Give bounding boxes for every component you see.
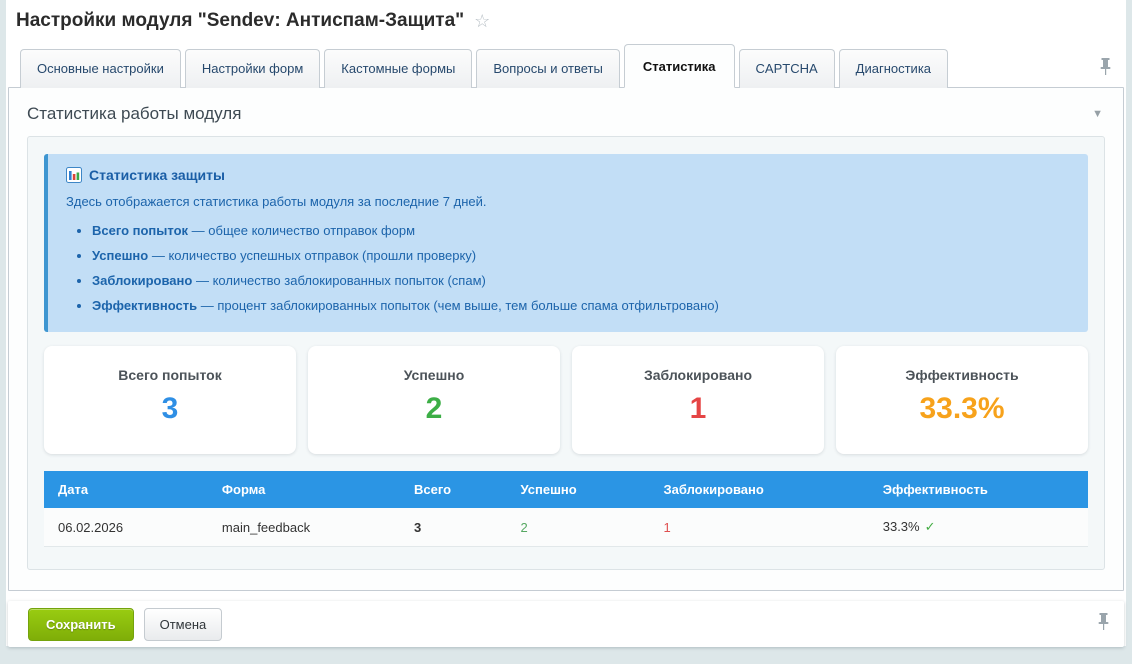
cell-success: 2 xyxy=(506,508,649,547)
page-title: Настройки модуля "Sendev: Антиспам-Защит… xyxy=(16,10,464,32)
bullet-desc: — общее количество отправок форм xyxy=(192,223,415,238)
save-button[interactable]: Сохранить xyxy=(28,608,134,641)
tab-statistics[interactable]: Статистика xyxy=(624,44,735,88)
table-row: 06.02.2026 main_feedback 3 2 1 33.3% ✓ xyxy=(44,508,1088,547)
tab-captcha[interactable]: CAPTCHA xyxy=(739,49,835,88)
stat-card-label: Заблокировано xyxy=(582,367,814,383)
tab-custom-forms[interactable]: Кастомные формы xyxy=(324,49,472,88)
pin-icon[interactable] xyxy=(1099,58,1112,80)
efficiency-value: 33.3% xyxy=(883,519,920,534)
bullet-term: Успешно xyxy=(92,248,148,263)
info-box: Статистика защиты Здесь отображается ста… xyxy=(44,154,1088,332)
tab-main-settings[interactable]: Основные настройки xyxy=(20,49,181,88)
column-header-form: Форма xyxy=(208,471,400,508)
cell-form: main_feedback xyxy=(208,508,400,547)
column-header-blocked: Заблокировано xyxy=(650,471,869,508)
footer-button-bar: Сохранить Отмена xyxy=(8,601,1124,647)
stat-card-total: Всего попыток 3 xyxy=(44,346,296,454)
stat-card-label: Всего попыток xyxy=(54,367,286,383)
info-box-intro: Здесь отображается статистика работы мод… xyxy=(66,194,1070,209)
title-row: Настройки модуля "Sendev: Антиспам-Защит… xyxy=(6,0,1126,36)
cell-date: 06.02.2026 xyxy=(44,508,208,547)
column-header-success: Успешно xyxy=(506,471,649,508)
column-header-total: Всего xyxy=(400,471,506,508)
column-header-date: Дата xyxy=(44,471,208,508)
bullet-desc: — процент заблокированных попыток (чем в… xyxy=(201,298,719,313)
stat-card-value: 3 xyxy=(54,392,286,426)
section-header: Статистика работы модуля ▼ xyxy=(9,88,1123,134)
info-box-title: Статистика защиты xyxy=(89,167,225,183)
table-header-row: Дата Форма Всего Успешно Заблокировано Э… xyxy=(44,471,1088,508)
info-bullet-list: Всего попыток — общее количество отправо… xyxy=(66,218,1070,318)
stat-card-blocked: Заблокировано 1 xyxy=(572,346,824,454)
bullet-desc: — количество заблокированных попыток (сп… xyxy=(196,273,486,288)
bullet-desc: — количество успешных отправок (прошли п… xyxy=(152,248,476,263)
tab-bar: Основные настройки Настройки форм Кастом… xyxy=(6,44,1126,87)
section-title: Статистика работы модуля xyxy=(27,104,241,124)
stat-card-label: Успешно xyxy=(318,367,550,383)
bar-chart-icon xyxy=(66,167,82,183)
stat-card-success: Успешно 2 xyxy=(308,346,560,454)
stat-card-label: Эффективность xyxy=(846,367,1078,383)
statistics-panel: Статистика защиты Здесь отображается ста… xyxy=(27,136,1105,570)
column-header-efficiency: Эффективность xyxy=(869,471,1088,508)
statistics-tab-panel: Статистика работы модуля ▼ Статистика за… xyxy=(8,87,1124,591)
tab-diagnostics[interactable]: Диагностика xyxy=(839,49,948,88)
bullet-term: Эффективность xyxy=(92,298,197,313)
info-bullet: Всего попыток — общее количество отправо… xyxy=(92,218,1070,243)
bullet-term: Всего попыток xyxy=(92,223,188,238)
tab-faq[interactable]: Вопросы и ответы xyxy=(476,49,619,88)
stat-card-value: 33.3% xyxy=(846,392,1078,426)
stat-card-efficiency: Эффективность 33.3% xyxy=(836,346,1088,454)
bullet-term: Заблокировано xyxy=(92,273,192,288)
workspace: Настройки модуля "Sendev: Антиспам-Защит… xyxy=(6,0,1126,646)
info-bullet: Успешно — количество успешных отправок (… xyxy=(92,243,1070,268)
info-bullet: Эффективность — процент заблокированных … xyxy=(92,293,1070,318)
pin-icon[interactable] xyxy=(1097,613,1110,635)
stat-card-value: 1 xyxy=(582,392,814,426)
cell-blocked: 1 xyxy=(650,508,869,547)
cancel-button[interactable]: Отмена xyxy=(144,608,223,641)
info-title-row: Статистика защиты xyxy=(66,167,1070,183)
stats-table: Дата Форма Всего Успешно Заблокировано Э… xyxy=(44,471,1088,547)
tab-form-settings[interactable]: Настройки форм xyxy=(185,49,320,88)
info-bullet: Заблокировано — количество заблокированн… xyxy=(92,268,1070,293)
cell-total: 3 xyxy=(400,508,506,547)
stat-cards-row: Всего попыток 3 Успешно 2 Заблокировано … xyxy=(44,346,1088,454)
check-icon: ✓ xyxy=(925,519,936,534)
cell-efficiency: 33.3% ✓ xyxy=(869,508,1088,547)
collapse-chevron-icon[interactable]: ▼ xyxy=(1092,108,1103,120)
favorite-star-icon[interactable]: ☆ xyxy=(474,12,490,30)
stat-card-value: 2 xyxy=(318,392,550,426)
